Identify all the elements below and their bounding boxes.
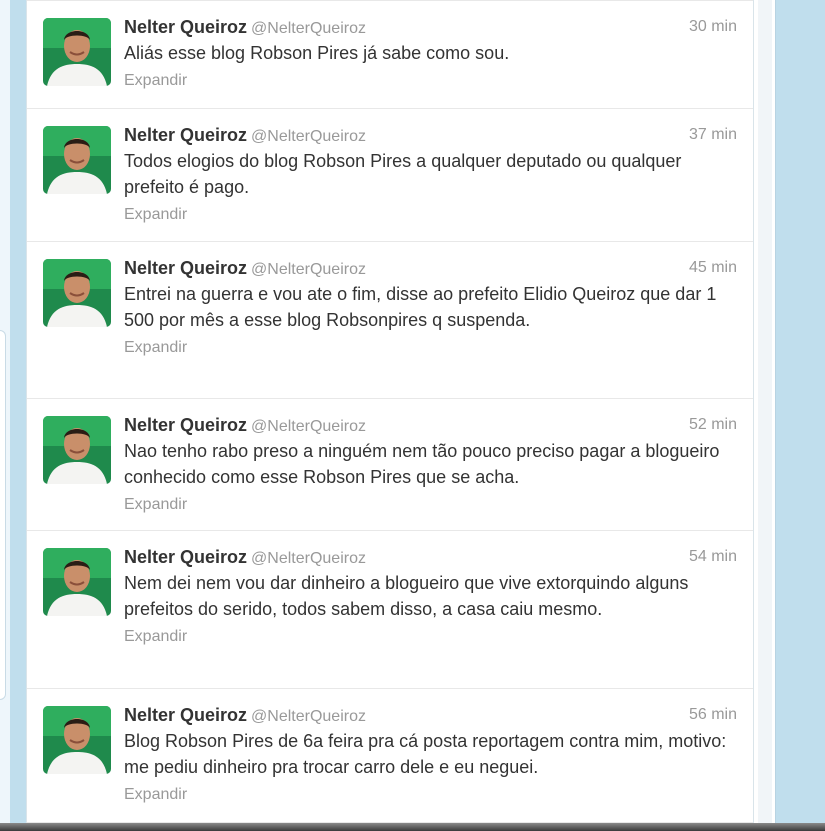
author-name[interactable]: Nelter Queiroz [124, 17, 247, 37]
author-name[interactable]: Nelter Queiroz [124, 415, 247, 435]
expand-link[interactable]: Expandir [124, 338, 187, 358]
expand-link[interactable]: Expandir [124, 627, 187, 647]
tweet-item[interactable]: Nelter Queiroz @NelterQueiroz 52 min Nao … [27, 399, 753, 531]
tweet-text: Nao tenho rabo preso a ninguém nem tão p… [124, 441, 720, 487]
author-handle[interactable]: @NelterQueiroz [251, 418, 366, 435]
expand-link[interactable]: Expandir [124, 71, 187, 91]
profile-photo-icon[interactable] [43, 126, 111, 194]
expand-link[interactable]: Expandir [124, 495, 187, 515]
author-handle[interactable]: @NelterQueiroz [251, 261, 366, 278]
tweet-timeline: Nelter Queiroz @NelterQueiroz 30 min Aliá… [26, 0, 754, 823]
profile-photo-icon[interactable] [43, 416, 111, 484]
tweet-text: Todos elogios do blog Robson Pires a qua… [124, 151, 682, 197]
profile-photo-icon[interactable] [43, 706, 111, 774]
scrollbar-track[interactable] [758, 0, 772, 823]
author-handle[interactable]: @NelterQueiroz [251, 550, 366, 567]
tweet-item[interactable]: Nelter Queiroz @NelterQueiroz 30 min Aliá… [27, 0, 753, 109]
tweet-text: Nem dei nem vou dar dinheiro a blogueiro… [124, 573, 689, 619]
author-handle[interactable]: @NelterQueiroz [251, 708, 366, 725]
tweet-timestamp[interactable]: 37 min [689, 123, 737, 147]
left-panel-edge [0, 330, 6, 700]
tweet-timestamp[interactable]: 30 min [689, 15, 737, 39]
profile-photo-icon[interactable] [43, 18, 111, 86]
scrollbar[interactable] [754, 0, 776, 823]
author-name[interactable]: Nelter Queiroz [124, 125, 247, 145]
tweet-text: Blog Robson Pires de 6a feira pra cá pos… [124, 731, 727, 777]
expand-link[interactable]: Expandir [124, 205, 187, 225]
tweet-timestamp[interactable]: 52 min [689, 413, 737, 437]
author-handle[interactable]: @NelterQueiroz [251, 128, 366, 145]
author-handle[interactable]: @NelterQueiroz [251, 20, 366, 37]
tweet-item[interactable]: Nelter Queiroz @NelterQueiroz 54 min Nem … [27, 531, 753, 689]
tweet-item[interactable]: Nelter Queiroz @NelterQueiroz 45 min Entr… [27, 242, 753, 399]
author-name[interactable]: Nelter Queiroz [124, 547, 247, 567]
tweet-item[interactable]: Nelter Queiroz @NelterQueiroz 56 min Blog… [27, 689, 753, 823]
taskbar-edge [0, 823, 825, 831]
profile-photo-icon[interactable] [43, 259, 111, 327]
tweet-item[interactable]: Nelter Queiroz @NelterQueiroz 37 min Todo… [27, 109, 753, 242]
author-name[interactable]: Nelter Queiroz [124, 705, 247, 725]
tweet-text: Entrei na guerra e vou ate o fim, disse … [124, 284, 717, 330]
tweet-text: Aliás esse blog Robson Pires já sabe com… [124, 43, 510, 63]
tweet-timestamp[interactable]: 54 min [689, 545, 737, 569]
expand-link[interactable]: Expandir [124, 785, 187, 805]
author-name[interactable]: Nelter Queiroz [124, 258, 247, 278]
tweet-timestamp[interactable]: 45 min [689, 256, 737, 280]
profile-photo-icon[interactable] [43, 548, 111, 616]
tweet-timestamp[interactable]: 56 min [689, 703, 737, 727]
left-rail [0, 0, 10, 831]
